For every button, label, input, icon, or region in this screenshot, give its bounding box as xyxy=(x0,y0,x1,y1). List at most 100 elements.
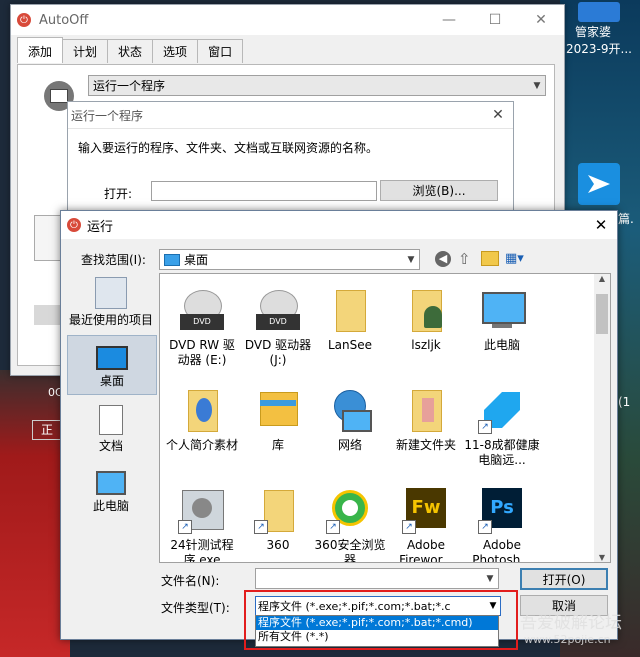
file-name: DVD RW 驱动器 (E:) xyxy=(169,338,235,367)
folder-icon: ↗ xyxy=(254,486,302,534)
file-item[interactable]: 库 xyxy=(240,386,316,453)
tab-window[interactable]: 窗口 xyxy=(197,39,244,63)
desktop-app-icon[interactable] xyxy=(578,2,620,22)
action-select-value: 运行一个程序 xyxy=(93,79,166,93)
lookin-label: 查找范围(I): xyxy=(81,253,146,267)
place-label: 最近使用的项目 xyxy=(68,313,153,327)
chevron-down-icon: ▼ xyxy=(407,254,415,265)
file-list[interactable]: DVD DVD RW 驱动器 (E:) DVD DVD 驱动器 (J:) Lan… xyxy=(159,273,611,563)
recent-items-icon xyxy=(95,277,127,309)
back-icon[interactable]: ◀ xyxy=(435,251,451,267)
open-label: 打开: xyxy=(104,187,133,201)
fw-icon: Fw ↗ xyxy=(402,486,450,534)
file-item[interactable]: DVD DVD 驱动器 (J:) xyxy=(240,286,316,368)
tab-schedule[interactable]: 计划 xyxy=(62,39,109,63)
autooff-titlebar: ⏻ AutoOff — ☐ ✕ xyxy=(11,5,564,35)
file-item[interactable]: Ps ↗ Adobe Photosh... xyxy=(464,486,540,563)
place-label: 桌面 xyxy=(99,374,124,388)
chevron-down-icon: ▼ xyxy=(486,573,494,584)
filetype-option[interactable]: 程序文件 (*.exe;*.pif;*.com;*.bat;*.cmd) xyxy=(256,616,498,630)
desktop-icon xyxy=(96,346,128,370)
minimize-button[interactable]: — xyxy=(426,12,472,28)
lookin-select[interactable]: 桌面 ▼ xyxy=(159,249,420,270)
file-item[interactable]: ↗ 360安全浏览器 xyxy=(312,486,388,562)
places-bar: 最近使用的项目 桌面 文档 此电脑 xyxy=(67,273,157,621)
tab-status[interactable]: 状态 xyxy=(107,39,154,63)
tab-bar: 添加 计划 状态 选项 窗口 xyxy=(17,37,244,63)
watermark: www.52pojie.cn xyxy=(524,633,611,646)
place-label: 文档 xyxy=(98,439,123,453)
file-name: 网络 xyxy=(337,438,362,452)
action-select[interactable]: 运行一个程序 ▼ xyxy=(88,75,546,96)
browser-icon: ↗ xyxy=(326,486,374,534)
file-name: 24针测试程序.exe xyxy=(170,538,234,563)
filetype-option[interactable]: 所有文件 (*.*) xyxy=(256,630,498,644)
dvd-drive-icon: DVD xyxy=(178,286,226,334)
prompt-text: 输入要运行的程序、文件夹、文档或互联网资源的名称。 xyxy=(78,141,379,155)
filetype-select[interactable]: 程序文件 (*.exe;*.pif;*.com;*.bat;*.c ▼ xyxy=(255,596,501,616)
open-button[interactable]: 打开(O) xyxy=(520,568,608,590)
file-item[interactable]: 新建文件夹 xyxy=(388,386,464,453)
filename-input[interactable]: ▼ xyxy=(255,568,499,589)
desktop-remote-app-icon[interactable] xyxy=(578,163,620,205)
window-title: AutoOff xyxy=(39,12,89,28)
tab-add[interactable]: 添加 xyxy=(17,37,64,63)
chevron-down-icon: ▼ xyxy=(489,601,497,611)
watermark: 吾爱破解论坛 xyxy=(520,613,622,633)
library-icon xyxy=(254,386,302,434)
desktop-icon-label: 管家婆 xyxy=(575,25,612,39)
run-dialog: ⏻ 运行 ✕ 查找范围(I): 桌面 ▼ ◀ ⇧ ▦▾ 最近使用的项目 桌面 文… xyxy=(60,210,618,647)
run-titlebar: ⏻ 运行 ✕ xyxy=(61,211,617,239)
open-input[interactable] xyxy=(151,181,377,201)
maximize-button[interactable]: ☐ xyxy=(472,12,518,28)
up-folder-icon[interactable]: ⇧ xyxy=(458,250,471,268)
file-item[interactable]: 个人简介素材 xyxy=(164,386,240,453)
user-folder-icon xyxy=(402,286,450,334)
lookin-value: 桌面 xyxy=(184,253,209,267)
place-this-pc[interactable]: 此电脑 xyxy=(67,463,155,521)
scrollbar-thumb[interactable] xyxy=(596,294,608,334)
scroll-up-icon[interactable]: ▲ xyxy=(594,274,610,283)
file-item[interactable]: 网络 xyxy=(312,386,388,453)
browse-button[interactable]: 浏览(B)... xyxy=(380,180,498,201)
file-name: LanSee xyxy=(327,338,373,352)
vertical-scrollbar[interactable]: ▲ ▼ xyxy=(594,274,610,562)
documents-icon xyxy=(99,405,123,435)
folder-icon xyxy=(402,386,450,434)
dialog-title: 运行一个程序 xyxy=(71,108,144,123)
file-item[interactable]: 此电脑 xyxy=(464,286,540,353)
file-item[interactable]: LanSee xyxy=(312,286,388,353)
computer-icon xyxy=(478,286,526,334)
place-documents[interactable]: 文档 xyxy=(67,401,155,459)
desktop-icon xyxy=(164,253,180,266)
place-desktop[interactable]: 桌面 xyxy=(67,335,157,395)
file-name: 11-8成都健康电脑远... xyxy=(464,438,540,467)
file-item[interactable]: lszljk xyxy=(388,286,464,353)
filetype-label: 文件类型(T): xyxy=(161,601,230,615)
new-folder-icon[interactable] xyxy=(481,251,499,266)
folder-icon xyxy=(178,386,226,434)
ps-icon: Ps ↗ xyxy=(478,486,526,534)
file-item[interactable]: ↗ 11-8成都健康电脑远... xyxy=(464,386,540,468)
file-item[interactable]: ↗ 360 xyxy=(240,486,316,553)
file-name: 个人简介素材 xyxy=(165,438,238,452)
folder-icon xyxy=(326,286,374,334)
file-name: 库 xyxy=(271,438,284,452)
scroll-down-icon[interactable]: ▼ xyxy=(594,553,610,562)
desktop-button[interactable]: 正 xyxy=(32,420,62,440)
tab-options[interactable]: 选项 xyxy=(152,39,199,63)
close-button[interactable]: ✕ xyxy=(518,12,564,28)
dvd-drive-icon: DVD xyxy=(254,286,302,334)
file-item[interactable]: Fw ↗ Adobe Firewor... xyxy=(388,486,464,562)
place-recent[interactable]: 最近使用的项目 xyxy=(67,273,155,333)
desktop-text: 2023-9开... xyxy=(566,42,632,56)
file-name: lszljk xyxy=(411,338,441,352)
file-item[interactable]: ↗ 24针测试程序.exe xyxy=(164,486,240,563)
close-button[interactable]: ✕ xyxy=(483,107,513,123)
file-name: Adobe Photosh... xyxy=(472,538,532,563)
close-button[interactable]: ✕ xyxy=(585,216,617,234)
file-item[interactable]: DVD DVD RW 驱动器 (E:) xyxy=(164,286,240,368)
chevron-down-icon: ▼ xyxy=(533,80,541,91)
run-title: 运行 xyxy=(87,219,114,235)
view-menu-icon[interactable]: ▦▾ xyxy=(505,251,524,266)
